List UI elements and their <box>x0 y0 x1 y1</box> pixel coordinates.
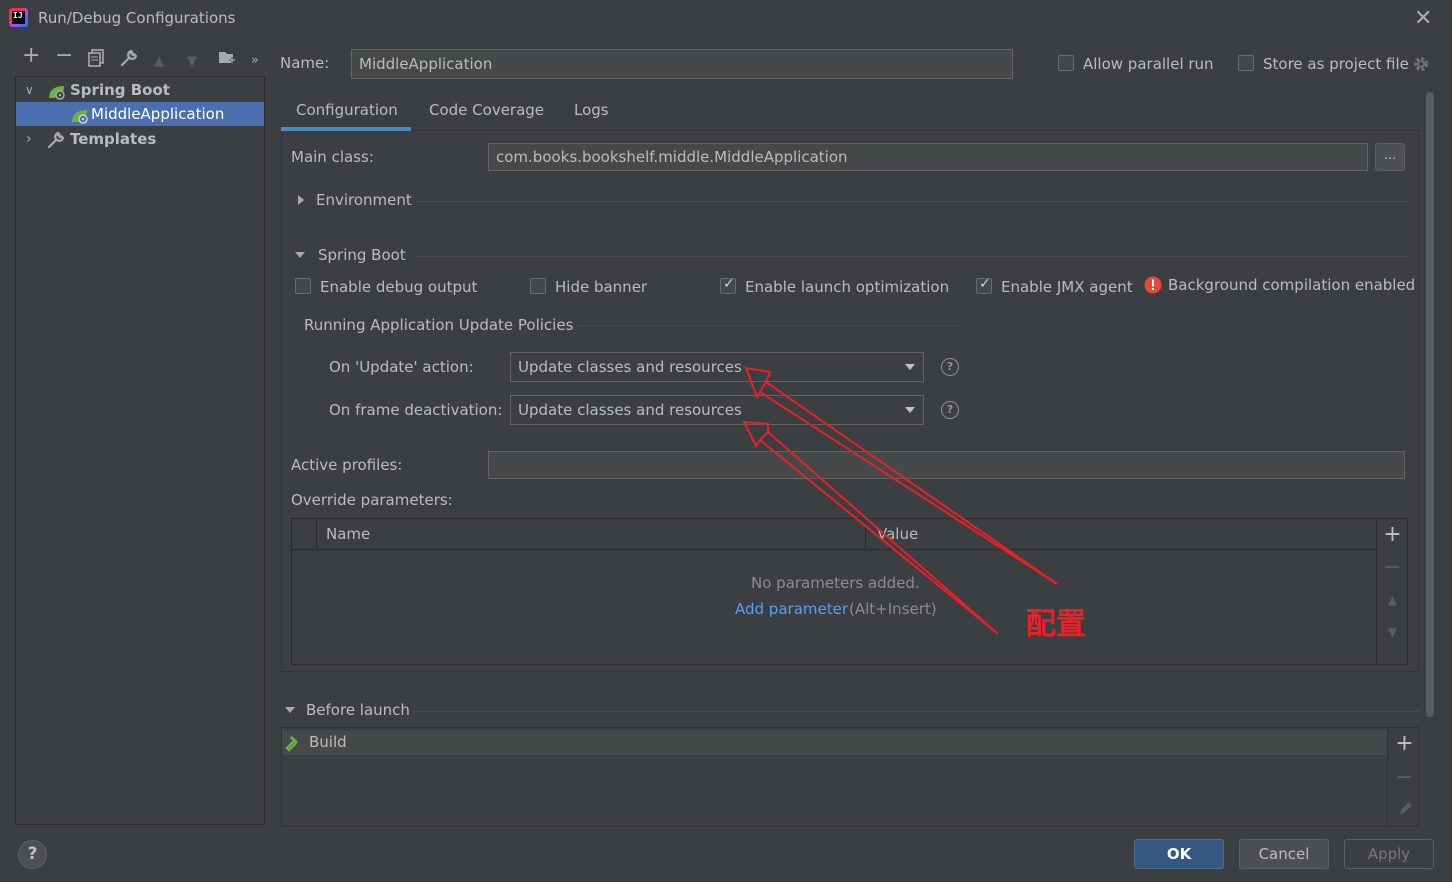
hammer-icon <box>285 734 303 756</box>
tree-bottom-border <box>15 824 265 825</box>
cancel-button[interactable]: Cancel <box>1239 839 1329 869</box>
before-launch-label[interactable]: Before launch <box>306 701 410 719</box>
before-launch-toolbar-divider <box>1387 728 1388 826</box>
help-button[interactable]: ? <box>18 840 47 869</box>
before-launch-item-build[interactable]: Build <box>282 730 1387 755</box>
before-launch-list: Build + − <box>281 727 1419 827</box>
build-label: Build <box>309 733 347 751</box>
vertical-scrollbar[interactable] <box>1426 92 1434 717</box>
remove-task-button[interactable]: − <box>1389 765 1420 790</box>
add-task-button[interactable]: + <box>1389 731 1420 756</box>
pencil-icon[interactable] <box>1398 800 1414 820</box>
collapse-before-launch-icon[interactable] <box>285 707 295 713</box>
apply-button[interactable]: Apply <box>1344 839 1434 869</box>
before-launch-separator <box>412 711 1419 712</box>
annotation-label: 配置 <box>1026 607 1086 642</box>
ok-button[interactable]: OK <box>1134 839 1224 869</box>
